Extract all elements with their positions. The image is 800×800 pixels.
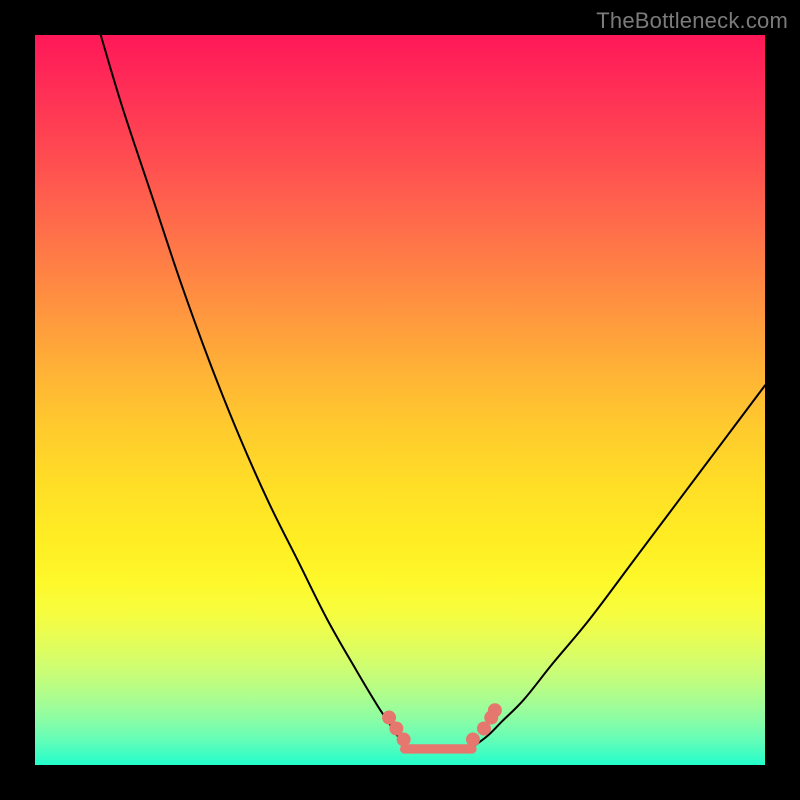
curve-layer bbox=[101, 35, 765, 750]
series-left-curve bbox=[101, 35, 408, 747]
highlight-marker bbox=[466, 732, 480, 746]
marker-layer bbox=[382, 703, 502, 753]
plot-area bbox=[35, 35, 765, 765]
highlight-marker bbox=[488, 703, 502, 717]
highlight-marker bbox=[397, 732, 411, 746]
chart-svg bbox=[35, 35, 765, 765]
valley-floor-marker bbox=[400, 744, 477, 753]
chart-frame: TheBottleneck.com bbox=[0, 0, 800, 800]
series-right-curve bbox=[473, 385, 765, 746]
watermark-text: TheBottleneck.com bbox=[596, 8, 788, 34]
